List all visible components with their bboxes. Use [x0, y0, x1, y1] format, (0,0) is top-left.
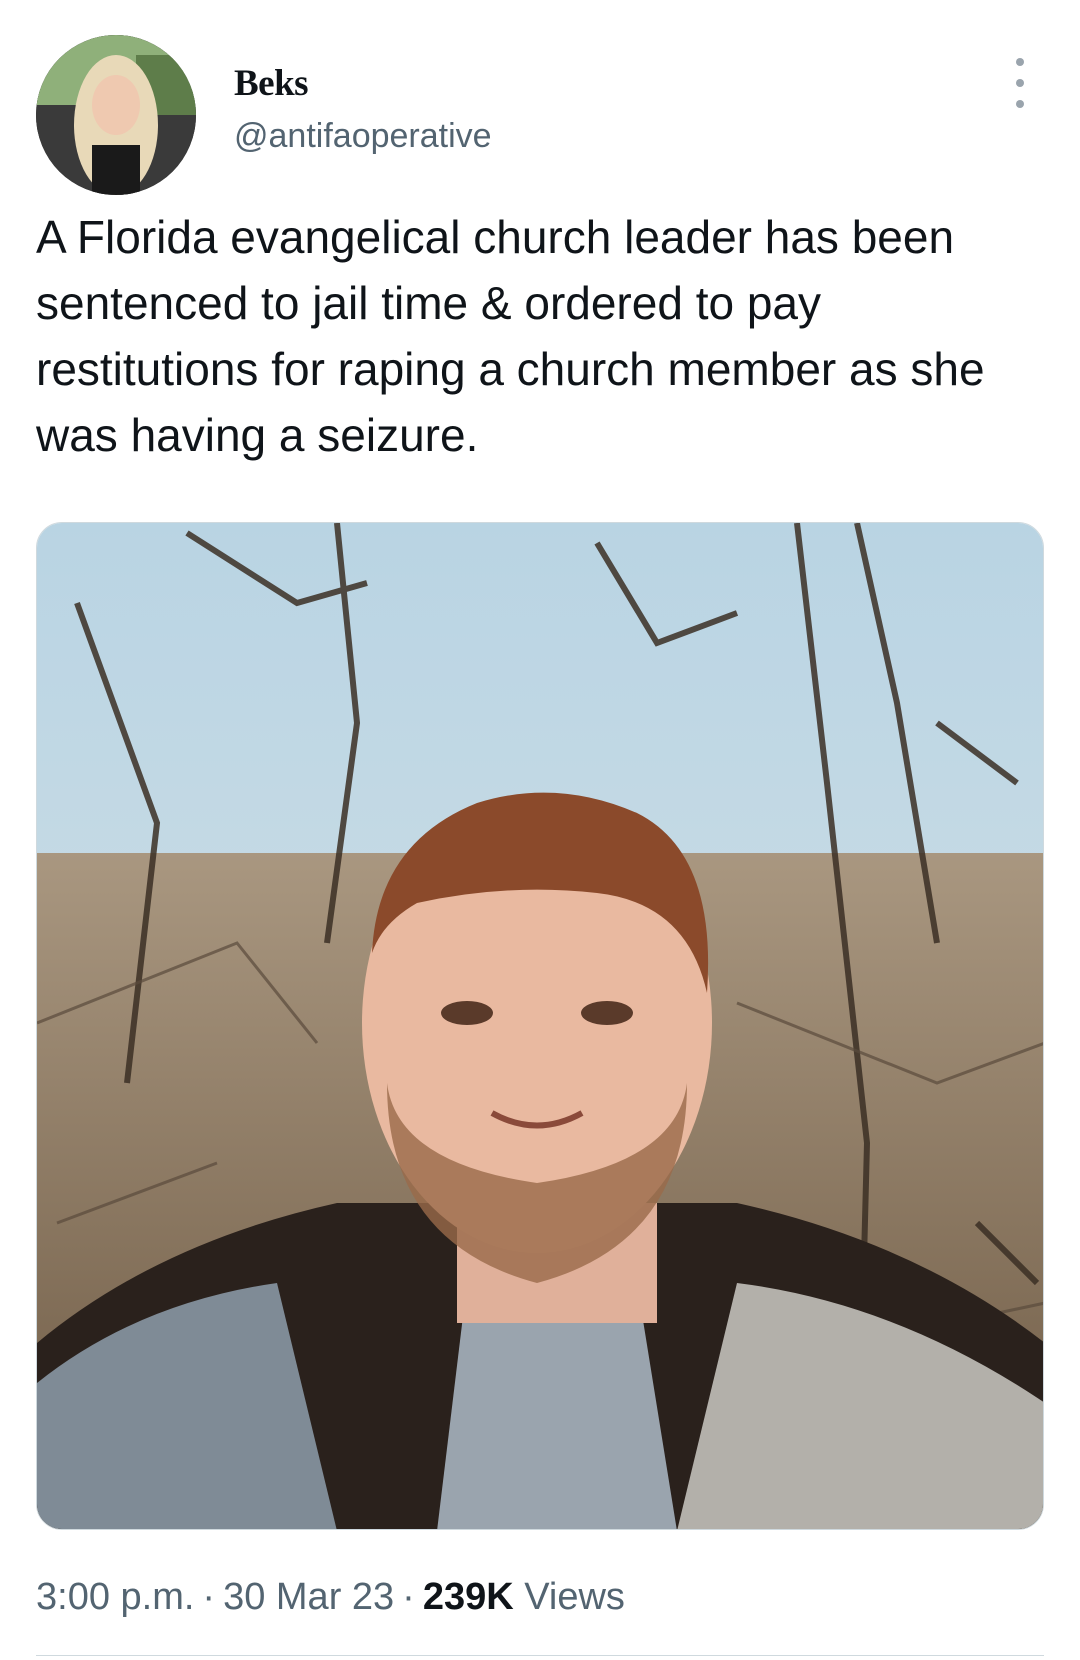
avatar-image	[36, 35, 196, 195]
tweet-date[interactable]: 30 Mar 23	[223, 1576, 394, 1618]
meta-separator: ·	[202, 1576, 216, 1618]
views-label: Views	[524, 1576, 625, 1618]
tweet-meta: 3:00 p.m. · 30 Mar 23 · 239K Views	[36, 1573, 625, 1621]
dot	[1016, 58, 1024, 66]
tweet-photo[interactable]	[36, 522, 1044, 1530]
dot	[1016, 100, 1024, 108]
tweet-time[interactable]: 3:00 p.m.	[36, 1576, 194, 1618]
dot	[1016, 79, 1024, 87]
photo-image	[37, 523, 1043, 1529]
divider	[36, 1655, 1044, 1656]
avatar[interactable]	[36, 35, 196, 195]
tweet-text: A Florida evangelical church leader has …	[36, 211, 985, 461]
views-count[interactable]: 239K	[423, 1576, 514, 1618]
display-name[interactable]: Beks	[234, 62, 492, 106]
author-info: Beks @antifaoperative	[234, 62, 492, 156]
tweet: Beks @antifaoperative A Florida evangeli…	[0, 0, 1080, 1660]
meta-separator: ·	[402, 1576, 415, 1618]
more-options-icon[interactable]	[1000, 58, 1040, 108]
user-handle[interactable]: @antifaoperative	[234, 116, 492, 156]
